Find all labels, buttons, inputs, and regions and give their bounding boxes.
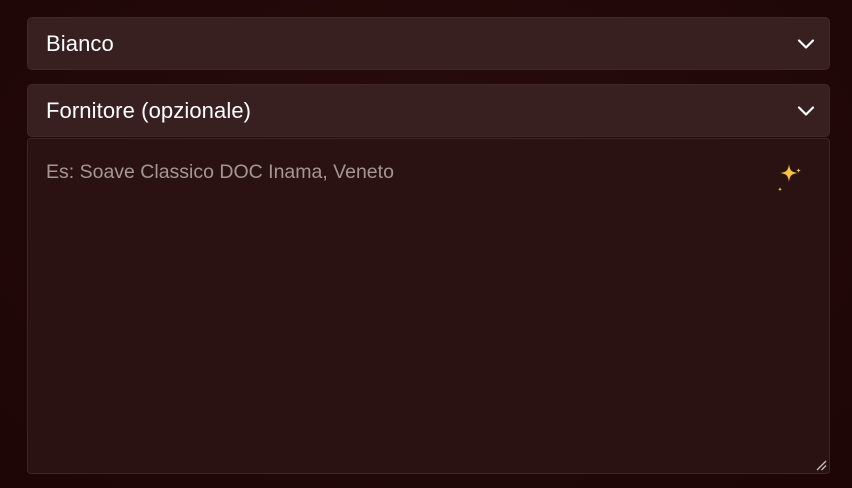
chevron-down-icon — [797, 38, 815, 49]
resize-handle-icon[interactable] — [815, 459, 827, 471]
sparkles-icon[interactable] — [775, 161, 805, 195]
supplier-select[interactable]: Fornitore (opzionale) — [27, 84, 830, 137]
supplier-select-value: Fornitore (opzionale) — [46, 97, 252, 123]
chevron-down-icon — [797, 105, 815, 116]
wine-type-select-value: Bianco — [46, 30, 114, 56]
description-textarea[interactable] — [28, 139, 829, 473]
description-field: Es: Soave Classico DOC Inama, Veneto — [27, 138, 830, 474]
wine-type-select[interactable]: Bianco — [27, 17, 830, 70]
form-page: Bianco Fornitore (opzionale) Es: Soave C… — [0, 0, 852, 488]
